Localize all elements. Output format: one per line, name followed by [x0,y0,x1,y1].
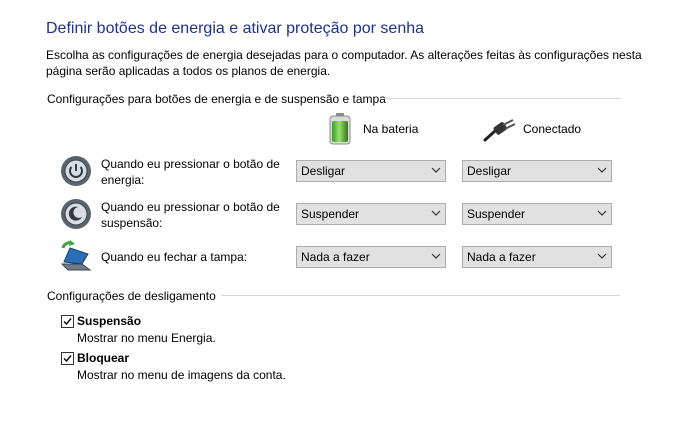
plugged-column-header: Conectado [523,122,582,136]
dropdown-value: Suspender [467,207,526,221]
lock-option-description: Mostrar no menu de imagens da conta. [77,368,286,382]
battery-lid-dropdown[interactable]: Nada a fazer [296,246,446,268]
battery-sleep-button-dropdown[interactable]: Suspender [296,203,446,225]
group-divider [383,98,620,99]
plugged-sleep-button-dropdown[interactable]: Suspender [462,203,612,225]
chevron-down-icon [597,253,607,259]
power-button-icon [59,154,93,188]
page-title: Definir botões de energia e ativar prote… [46,20,425,37]
power-plug-icon [483,118,517,142]
chevron-down-icon [431,167,441,173]
lock-option-label[interactable]: Bloquear [77,351,129,365]
chevron-down-icon [597,167,607,173]
dropdown-value: Desligar [301,164,346,178]
dropdown-value: Nada a fazer [301,250,370,264]
shutdown-group-label: Configurações de desligamento [47,289,216,303]
dropdown-value: Suspender [301,207,360,221]
chevron-down-icon [431,253,441,259]
group-divider [221,295,620,296]
sleep-checkbox[interactable] [61,315,74,328]
row-label-power-button: Quando eu pressionar o botão de energia: [101,157,280,187]
page-description: Escolha as configurações de energia dese… [46,48,642,78]
battery-power-button-dropdown[interactable]: Desligar [296,160,446,182]
checkmark-icon [63,318,72,326]
row-label-sleep-button: Quando eu pressionar o botão de suspensã… [101,200,280,230]
sleep-button-icon [59,197,93,231]
sleep-option-label[interactable]: Suspensão [77,314,141,328]
dropdown-value: Nada a fazer [467,250,536,264]
plugged-lid-dropdown[interactable]: Nada a fazer [462,246,612,268]
sleep-option-description: Mostrar no menu Energia. [77,331,216,345]
laptop-lid-icon [58,240,92,274]
chevron-down-icon [597,210,607,216]
chevron-down-icon [431,210,441,216]
row-label-lid: Quando eu fechar a tampa: [101,250,248,264]
dropdown-value: Desligar [467,164,512,178]
plugged-power-button-dropdown[interactable]: Desligar [462,160,612,182]
checkmark-icon [63,355,72,363]
power-buttons-group-label: Configurações para botões de energia e d… [47,92,386,106]
battery-column-header: Na bateria [363,122,419,136]
battery-icon [329,113,351,145]
lock-checkbox[interactable] [61,352,74,365]
